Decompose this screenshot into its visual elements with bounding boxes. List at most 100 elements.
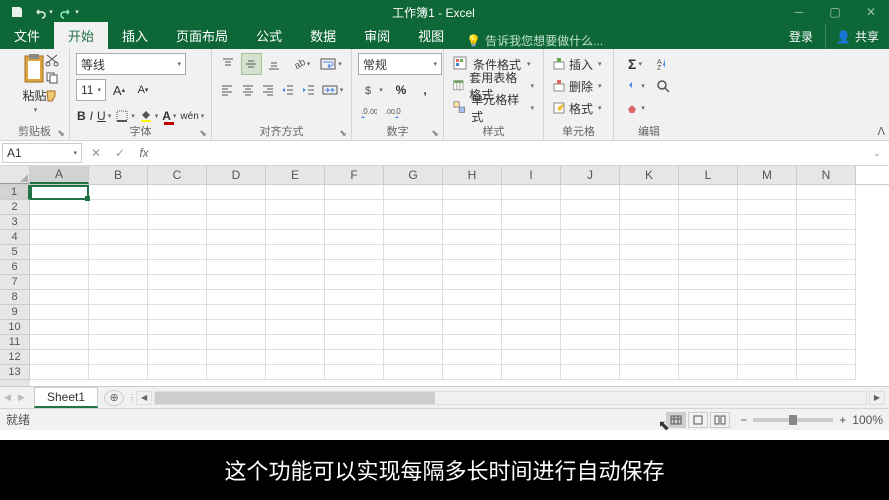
- redo-button[interactable]: ▾: [58, 1, 80, 23]
- cell[interactable]: [620, 215, 679, 230]
- cell[interactable]: [738, 185, 797, 200]
- cell[interactable]: [797, 305, 856, 320]
- indent-right-button[interactable]: [300, 79, 318, 101]
- cell[interactable]: [679, 350, 738, 365]
- cell[interactable]: [797, 365, 856, 380]
- cell[interactable]: [207, 305, 266, 320]
- cell[interactable]: [443, 290, 502, 305]
- cell[interactable]: [384, 185, 443, 200]
- cell[interactable]: [207, 320, 266, 335]
- cell[interactable]: [443, 200, 502, 215]
- cell[interactable]: [325, 335, 384, 350]
- font-launcher[interactable]: ⬊: [197, 127, 209, 139]
- cell[interactable]: [325, 260, 384, 275]
- row-header[interactable]: 8: [0, 290, 30, 305]
- cell[interactable]: [325, 290, 384, 305]
- cell[interactable]: [30, 275, 89, 290]
- row-header[interactable]: 13: [0, 365, 30, 380]
- cell[interactable]: [266, 350, 325, 365]
- cell[interactable]: [207, 350, 266, 365]
- cell[interactable]: [266, 305, 325, 320]
- cell[interactable]: [148, 200, 207, 215]
- column-header[interactable]: I: [502, 166, 561, 184]
- cell[interactable]: [502, 215, 561, 230]
- cell[interactable]: [148, 245, 207, 260]
- cell[interactable]: [561, 320, 620, 335]
- cell[interactable]: [30, 215, 89, 230]
- cell[interactable]: [384, 365, 443, 380]
- row-header[interactable]: 5: [0, 245, 30, 260]
- cell[interactable]: [738, 200, 797, 215]
- row-header[interactable]: 11: [0, 335, 30, 350]
- cell[interactable]: [325, 200, 384, 215]
- indent-left-button[interactable]: [279, 79, 297, 101]
- cell[interactable]: [207, 290, 266, 305]
- cell[interactable]: [443, 350, 502, 365]
- format-cells-button[interactable]: 格式▾: [550, 97, 607, 119]
- tab-insert[interactable]: 插入: [108, 22, 162, 49]
- number-launcher[interactable]: ⬊: [429, 127, 441, 139]
- cell[interactable]: [266, 260, 325, 275]
- cell[interactable]: [561, 350, 620, 365]
- cell[interactable]: [561, 365, 620, 380]
- cell[interactable]: [266, 365, 325, 380]
- scroll-left-button[interactable]: ◀: [136, 391, 152, 405]
- cell[interactable]: [797, 260, 856, 275]
- cell[interactable]: [266, 230, 325, 245]
- cell[interactable]: [89, 230, 148, 245]
- row-header[interactable]: 6: [0, 260, 30, 275]
- cell[interactable]: [738, 305, 797, 320]
- cell[interactable]: [207, 275, 266, 290]
- orientation-button[interactable]: ab▾: [286, 53, 314, 75]
- cell-styles-button[interactable]: 单元格样式▾: [450, 97, 537, 119]
- tab-view[interactable]: 视图: [404, 22, 458, 49]
- zoom-in-button[interactable]: +: [839, 413, 846, 427]
- align-launcher[interactable]: ⬊: [337, 127, 349, 139]
- maximize-button[interactable]: ▢: [817, 0, 853, 24]
- cell[interactable]: [561, 290, 620, 305]
- wrap-text-button[interactable]: ▾: [317, 53, 345, 75]
- cell[interactable]: [620, 290, 679, 305]
- merge-button[interactable]: ▾: [320, 79, 345, 101]
- cell[interactable]: [797, 350, 856, 365]
- cell[interactable]: [561, 200, 620, 215]
- cell[interactable]: [679, 290, 738, 305]
- tab-file[interactable]: 文件: [0, 22, 54, 49]
- page-break-view-button[interactable]: [710, 412, 730, 428]
- cell[interactable]: [89, 335, 148, 350]
- cell[interactable]: [148, 260, 207, 275]
- cell[interactable]: [89, 260, 148, 275]
- cell[interactable]: [30, 335, 89, 350]
- scroll-thumb[interactable]: [155, 392, 435, 404]
- autosum-button[interactable]: Σ▾: [620, 53, 650, 75]
- cell[interactable]: [443, 230, 502, 245]
- expand-formula-bar-button[interactable]: ⌄: [865, 143, 889, 163]
- column-header[interactable]: A: [30, 166, 89, 184]
- enter-formula-button[interactable]: ✓: [108, 143, 132, 163]
- cell[interactable]: [30, 200, 89, 215]
- tab-formulas[interactable]: 公式: [242, 22, 296, 49]
- cell[interactable]: [148, 320, 207, 335]
- align-right-button[interactable]: [259, 79, 277, 101]
- cell[interactable]: [443, 335, 502, 350]
- cell[interactable]: [30, 305, 89, 320]
- cell[interactable]: [679, 320, 738, 335]
- cell[interactable]: [443, 260, 502, 275]
- column-header[interactable]: N: [797, 166, 856, 184]
- cell[interactable]: [89, 320, 148, 335]
- cell[interactable]: [384, 215, 443, 230]
- currency-button[interactable]: $▾: [358, 79, 388, 101]
- cell[interactable]: [738, 365, 797, 380]
- cell[interactable]: [443, 275, 502, 290]
- sheet-tab[interactable]: Sheet1: [34, 387, 98, 408]
- cell[interactable]: [266, 320, 325, 335]
- cell[interactable]: [384, 200, 443, 215]
- cell[interactable]: [325, 230, 384, 245]
- tab-data[interactable]: 数据: [296, 22, 350, 49]
- cell[interactable]: [797, 335, 856, 350]
- cell[interactable]: [443, 185, 502, 200]
- cell[interactable]: [561, 305, 620, 320]
- increase-decimal-button[interactable]: .0.00: [358, 101, 380, 123]
- cell[interactable]: [679, 230, 738, 245]
- cell[interactable]: [738, 320, 797, 335]
